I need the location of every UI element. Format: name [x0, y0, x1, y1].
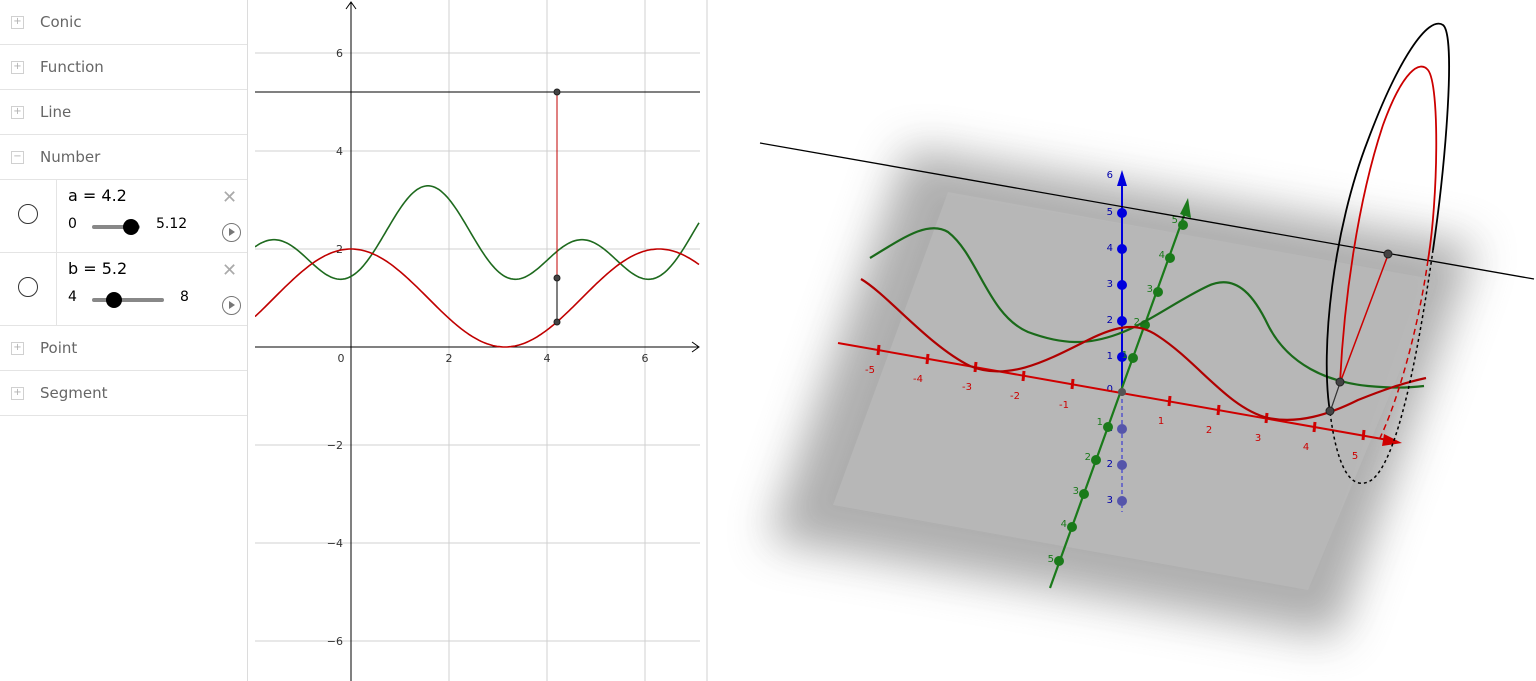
play-icon[interactable]	[222, 223, 241, 242]
expand-icon[interactable]: +	[11, 106, 24, 119]
grid-lines	[255, 0, 700, 681]
y-tick-label: 1	[1097, 417, 1103, 428]
x-tick-label: -1	[1059, 400, 1069, 411]
y-tick-label: 4	[1061, 519, 1067, 530]
definition[interactable]: a = 4.2	[68, 186, 127, 205]
y-tick-label: 3	[1147, 284, 1153, 295]
number-item-a[interactable]: a = 4.2 0 5.12 ✕	[0, 180, 247, 253]
slider-min: 4	[68, 289, 77, 305]
category-label: Conic	[40, 13, 82, 31]
category-point[interactable]: + Point	[0, 326, 247, 371]
y-tick-label: 6	[336, 47, 343, 60]
z-tick-label: 3	[1107, 495, 1113, 506]
x-tick-label: 0	[338, 352, 345, 365]
y-tick-label: 5	[1048, 554, 1054, 565]
y-tick-label: 1	[1122, 350, 1128, 361]
category-label: Line	[40, 103, 72, 121]
z-tick-label: 0	[1107, 384, 1113, 395]
visibility-circle-icon[interactable]	[18, 204, 38, 224]
category-line[interactable]: + Line	[0, 90, 247, 135]
x-tick-labels: 0 2 4 6	[338, 352, 649, 365]
z-tick-label: 2	[1107, 459, 1113, 470]
point[interactable]	[553, 318, 561, 326]
collapse-icon[interactable]: −	[11, 151, 24, 164]
category-label: Number	[40, 148, 101, 166]
category-number[interactable]: − Number	[0, 135, 247, 180]
category-segment[interactable]: + Segment	[0, 371, 247, 416]
x-tick-label: 6	[642, 352, 649, 365]
visibility-toggle[interactable]	[0, 180, 57, 252]
axes	[255, 1, 700, 681]
expand-icon[interactable]: +	[11, 61, 24, 74]
category-label: Function	[40, 58, 104, 76]
z-tick-label: 6	[1107, 170, 1113, 181]
delete-icon[interactable]: ✕	[222, 262, 237, 280]
x-tick-label: 3	[1255, 433, 1261, 444]
category-label: Point	[40, 339, 78, 357]
z-tick-label: 4	[1107, 243, 1113, 254]
expand-icon[interactable]: +	[11, 342, 24, 355]
z-tick-label: 5	[1107, 207, 1113, 218]
point[interactable]	[1325, 406, 1335, 416]
slider-knob[interactable]	[105, 292, 122, 308]
y-tick-label: 4	[1159, 250, 1165, 261]
function-green[interactable]	[255, 185, 700, 281]
slider-track[interactable]	[92, 298, 164, 302]
function-red[interactable]	[255, 248, 700, 348]
point[interactable]	[1383, 249, 1393, 259]
point[interactable]	[553, 274, 561, 282]
z-tick-label: 1	[1107, 351, 1113, 362]
visibility-circle-icon[interactable]	[18, 277, 38, 297]
x-tick-label: -3	[962, 382, 972, 393]
point[interactable]	[553, 88, 561, 96]
slider-max: 5.12	[156, 216, 188, 232]
category-label: Segment	[40, 384, 108, 402]
slider-min: 0	[68, 216, 77, 232]
y-tick-label: −6	[327, 635, 343, 648]
x-tick-label: 5	[1352, 451, 1358, 462]
graphics-view-3d[interactable]: 6 5 4 3 2 1 0 1 2 3 1 2 3 4 5 1 2	[708, 0, 1536, 681]
definition[interactable]: b = 5.2	[68, 259, 127, 278]
category-function[interactable]: + Function	[0, 45, 247, 90]
expand-icon[interactable]: +	[11, 387, 24, 400]
delete-icon[interactable]: ✕	[222, 189, 237, 207]
x-tick-label: 2	[446, 352, 453, 365]
x-tick-label: 2	[1206, 425, 1212, 436]
slider-max: 8	[180, 289, 189, 305]
play-icon[interactable]	[222, 296, 241, 315]
y-tick-label: −4	[327, 537, 343, 550]
point[interactable]	[1335, 377, 1345, 387]
algebra-view: + Conic + Function + Line − Number a = 4…	[0, 0, 248, 681]
number-item-b[interactable]: b = 5.2 4 8 ✕	[0, 253, 247, 326]
y-tick-label: 4	[336, 145, 343, 158]
slider-knob[interactable]	[123, 219, 140, 235]
y-tick-label: −2	[327, 439, 343, 452]
z-tick-label: 3	[1107, 279, 1113, 290]
graphics-view-2d[interactable]: 0 2 4 6 6 4 2 −2 −4 −6	[255, 0, 700, 681]
expand-icon[interactable]: +	[11, 16, 24, 29]
x-tick-label: 4	[544, 352, 551, 365]
x-tick-label: -5	[865, 365, 875, 376]
x-tick-label: 1	[1158, 416, 1164, 427]
x-tick-label: -2	[1010, 391, 1020, 402]
category-conic[interactable]: + Conic	[0, 0, 247, 45]
y-tick-label: 2	[1085, 452, 1091, 463]
visibility-toggle[interactable]	[0, 253, 57, 325]
x-tick-label: -4	[913, 374, 923, 385]
z-tick-label: 2	[1107, 315, 1113, 326]
y-tick-label: 3	[1073, 486, 1079, 497]
x-tick-label: 4	[1303, 442, 1309, 453]
